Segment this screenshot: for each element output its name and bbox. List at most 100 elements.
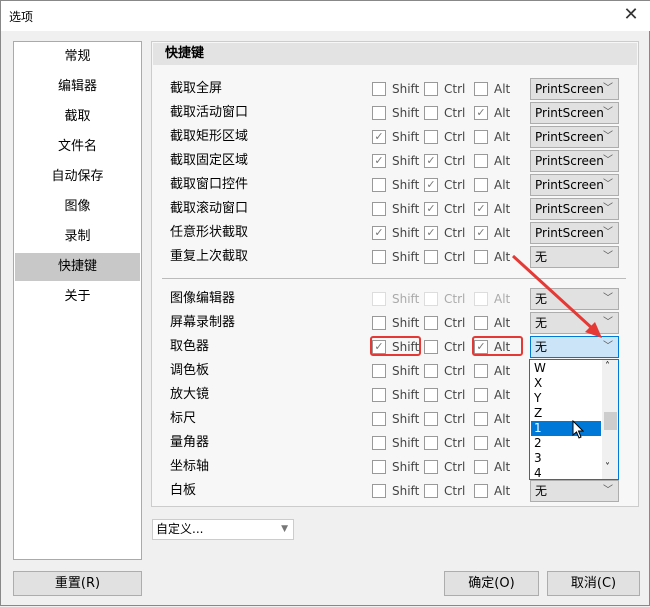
shift-checkbox[interactable]	[372, 250, 386, 264]
shift-label: Shift	[392, 364, 420, 378]
scrollbar[interactable]: ˄ ˅	[602, 360, 618, 479]
ctrl-checkbox[interactable]: ✓	[424, 226, 438, 240]
alt-checkbox[interactable]: ✓	[474, 106, 488, 120]
alt-checkbox[interactable]	[474, 82, 488, 96]
alt-checkbox[interactable]	[474, 460, 488, 474]
ctrl-checkbox[interactable]	[424, 460, 438, 474]
shift-label: Shift	[392, 316, 420, 330]
group-divider	[162, 278, 626, 279]
alt-checkbox[interactable]	[474, 412, 488, 426]
alt-checkbox[interactable]	[474, 388, 488, 402]
ctrl-checkbox[interactable]	[424, 106, 438, 120]
key-select[interactable]: PrintScreen ﹀	[530, 78, 619, 100]
alt-checkbox[interactable]	[474, 250, 488, 264]
key-select[interactable]: PrintScreen ﹀	[530, 126, 619, 148]
sidebar-item[interactable]: 截取	[15, 103, 140, 131]
sidebar-item[interactable]: 常规	[15, 43, 140, 71]
sidebar-item[interactable]: 快捷键	[15, 253, 140, 281]
key-select[interactable]: PrintScreen ﹀	[530, 198, 619, 220]
ctrl-checkbox[interactable]: ✓	[424, 154, 438, 168]
shift-label: Shift	[392, 178, 420, 192]
shift-label: Shift	[392, 388, 420, 402]
ctrl-checkbox[interactable]	[424, 484, 438, 498]
sidebar-item[interactable]: 图像	[15, 193, 140, 221]
shift-label: Shift	[392, 82, 420, 96]
shift-checkbox[interactable]	[372, 106, 386, 120]
key-select[interactable]: PrintScreen ﹀	[530, 222, 619, 244]
dropdown-option[interactable]: 4	[531, 466, 601, 481]
chevron-down-icon: ﹀	[603, 131, 613, 142]
shift-checkbox[interactable]	[372, 316, 386, 330]
alt-checkbox[interactable]	[474, 316, 488, 330]
alt-checkbox[interactable]	[474, 484, 488, 498]
ctrl-checkbox[interactable]	[424, 436, 438, 450]
ctrl-checkbox[interactable]	[424, 316, 438, 330]
shift-checkbox[interactable]	[372, 82, 386, 96]
key-select[interactable]: 无﹀	[530, 288, 619, 310]
ctrl-label: Ctrl	[444, 388, 466, 402]
dropdown-option[interactable]: X	[531, 376, 601, 391]
shift-checkbox[interactable]: ✓	[372, 226, 386, 240]
shift-checkbox[interactable]	[372, 388, 386, 402]
alt-label: Alt	[494, 364, 511, 378]
scroll-down-icon[interactable]: ˅	[605, 462, 610, 473]
sidebar-item[interactable]: 关于	[15, 283, 140, 311]
chevron-down-icon: ﹀	[603, 251, 613, 262]
alt-label: Alt	[494, 178, 511, 192]
ctrl-checkbox[interactable]	[424, 340, 438, 354]
chevron-down-icon: ﹀	[603, 341, 613, 352]
key-select[interactable]: PrintScreen ﹀	[530, 150, 619, 172]
shift-checkbox[interactable]	[372, 178, 386, 192]
scroll-up-icon[interactable]: ˄	[605, 361, 610, 372]
shift-checkbox[interactable]	[372, 436, 386, 450]
dropdown-option[interactable]: 2	[531, 436, 601, 451]
shift-checkbox[interactable]: ✓	[372, 154, 386, 168]
alt-checkbox[interactable]	[474, 154, 488, 168]
dropdown-option[interactable]: Y	[531, 391, 601, 406]
close-icon[interactable]: ✕	[619, 3, 643, 27]
shift-checkbox[interactable]	[372, 202, 386, 216]
ctrl-checkbox[interactable]	[424, 82, 438, 96]
alt-checkbox[interactable]: ✓	[474, 226, 488, 240]
ctrl-checkbox[interactable]: ✓	[424, 202, 438, 216]
alt-checkbox	[474, 292, 488, 306]
alt-checkbox[interactable]	[474, 130, 488, 144]
alt-checkbox[interactable]	[474, 178, 488, 192]
shift-checkbox[interactable]	[372, 364, 386, 378]
sidebar-item[interactable]: 编辑器	[15, 73, 140, 101]
shift-label: Shift	[392, 154, 420, 168]
key-select[interactable]: 无﹀	[530, 336, 619, 358]
dropdown-option[interactable]: W	[531, 361, 601, 376]
ok-button[interactable]: 确定(O)	[444, 571, 539, 596]
shift-checkbox[interactable]	[372, 460, 386, 474]
preset-select[interactable]: 自定义... ▼	[152, 519, 294, 540]
ctrl-checkbox[interactable]: ✓	[424, 178, 438, 192]
key-select[interactable]: 无﹀	[530, 246, 619, 268]
key-select[interactable]: 无﹀	[530, 312, 619, 334]
sidebar-item[interactable]: 文件名	[15, 133, 140, 161]
ctrl-checkbox[interactable]	[424, 364, 438, 378]
shift-checkbox[interactable]	[372, 484, 386, 498]
alt-checkbox[interactable]: ✓	[474, 202, 488, 216]
dropdown-option[interactable]: 3	[531, 451, 601, 466]
ctrl-checkbox[interactable]	[424, 388, 438, 402]
shift-checkbox[interactable]	[372, 412, 386, 426]
key-select[interactable]: PrintScreen ﹀	[530, 174, 619, 196]
cancel-button[interactable]: 取消(C)	[547, 571, 640, 596]
dropdown-option[interactable]: Z	[531, 406, 601, 421]
alt-checkbox[interactable]	[474, 436, 488, 450]
shift-checkbox[interactable]: ✓	[372, 130, 386, 144]
key-select[interactable]: PrintScreen ﹀	[530, 102, 619, 124]
ctrl-checkbox[interactable]	[424, 130, 438, 144]
alt-checkbox[interactable]	[474, 364, 488, 378]
ctrl-checkbox[interactable]	[424, 412, 438, 426]
key-select[interactable]: 无﹀	[530, 480, 619, 502]
sidebar-item[interactable]: 录制	[15, 223, 140, 251]
reset-button[interactable]: 重置(R)	[13, 571, 142, 596]
ctrl-checkbox[interactable]	[424, 250, 438, 264]
scrollbar-thumb[interactable]	[604, 412, 617, 430]
chevron-down-icon: ﹀	[603, 107, 613, 118]
sidebar-item[interactable]: 自动保存	[15, 163, 140, 191]
alt-label: Alt	[494, 388, 511, 402]
dropdown-option[interactable]: 1	[531, 421, 601, 436]
